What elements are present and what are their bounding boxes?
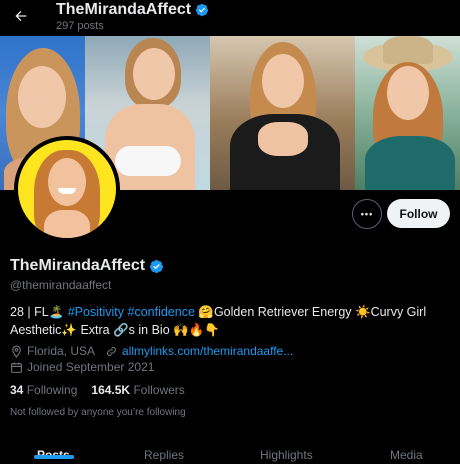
header-name-text: TheMirandaAffect (56, 1, 192, 18)
banner-photo-3 (210, 36, 355, 190)
banner-photo-4 (355, 36, 460, 190)
following-stat[interactable]: 34 Following (10, 383, 77, 397)
followers-count: 164.5K (91, 383, 131, 397)
active-tab-indicator (34, 455, 74, 459)
avatar-image (18, 140, 116, 238)
calendar-icon (11, 362, 22, 373)
arrow-left-icon (15, 10, 27, 22)
verified-badge-icon (195, 3, 209, 17)
profile-tabs: Posts Replies Highlights Media (0, 440, 460, 464)
user-handle: @themirandaaffect (10, 278, 112, 292)
following-label: Following (26, 383, 78, 397)
header-posts-count: 297 posts (56, 20, 104, 32)
not-followed-note: Not followed by anyone you’re following (10, 407, 186, 418)
back-button[interactable] (8, 3, 34, 29)
follow-stats: 34 Following 164.5K Followers (10, 383, 185, 397)
bio-text-1: 28 | FL🏝️ (10, 305, 68, 319)
top-bar: TheMirandaAffect 297 posts (0, 0, 460, 36)
joined-date: Joined September 2021 (27, 360, 155, 374)
more-button[interactable]: ••• (352, 199, 382, 229)
website-link[interactable]: allmylinks.com/themirandaaffe... (122, 344, 293, 358)
hashtag-link[interactable]: #confidence (128, 305, 195, 319)
following-count: 34 (10, 383, 24, 397)
followers-label: Followers (133, 383, 185, 397)
followers-stat[interactable]: 164.5K Followers (91, 383, 184, 397)
profile-bio: 28 | FL🏝️ #Positivity #confidence 🤗Golde… (10, 303, 450, 339)
link-icon (107, 346, 117, 356)
profile-avatar[interactable] (14, 136, 120, 242)
more-horizontal-icon: ••• (360, 209, 374, 219)
display-name-text: TheMirandaAffect (10, 257, 146, 274)
follow-button[interactable]: Follow (387, 199, 450, 228)
header-name: TheMirandaAffect (56, 1, 209, 19)
hashtag-link[interactable]: #Positivity (68, 305, 124, 319)
joined-row: Joined September 2021 (10, 360, 154, 374)
location-text: Florida, USA (27, 344, 96, 358)
display-name: TheMirandaAffect (10, 257, 164, 275)
location-pin-icon (12, 345, 21, 358)
profile-meta-row: Florida, USA allmylinks.com/themirandaaf… (10, 344, 293, 358)
verified-badge-icon[interactable] (149, 259, 164, 274)
